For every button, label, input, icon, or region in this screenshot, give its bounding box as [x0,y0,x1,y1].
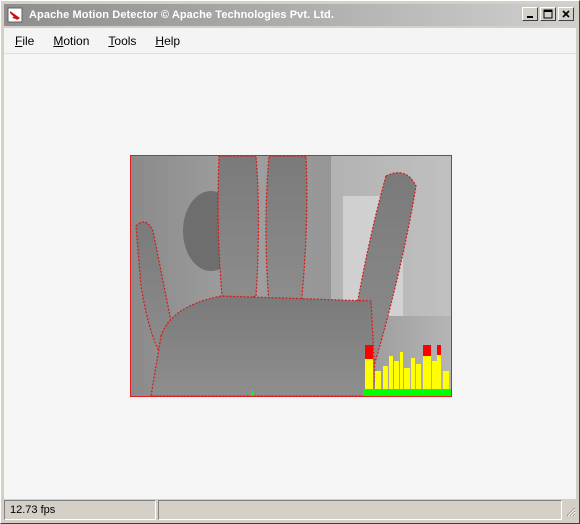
title-bar[interactable]: Apache Motion Detector © Apache Technolo… [4,4,576,26]
app-logo-icon[interactable] [7,7,23,23]
menu-help-accel: H [155,33,165,48]
minimize-button[interactable] [522,7,538,21]
menu-file-label: ile [22,33,35,48]
menu-motion-label: otion [63,33,90,48]
menu-help-label: elp [164,33,181,48]
maximize-button[interactable] [540,7,556,21]
menu-motion[interactable]: Motion [45,34,97,48]
menu-motion-accel: M [53,33,64,48]
menu-file[interactable]: File [7,34,42,48]
window-controls [522,7,574,21]
camera-feed [130,155,452,397]
app-window: Apache Motion Detector © Apache Technolo… [0,0,580,524]
menu-tools-label: ools [114,33,137,48]
close-icon [562,10,570,18]
camera-frame-image [131,156,451,396]
fps-readout: 12.73 fps [4,500,156,520]
menu-bar: File Motion Tools Help [4,28,576,54]
client-area [4,54,576,499]
resize-grip-icon [566,507,576,517]
menu-tools[interactable]: Tools [100,34,144,48]
maximize-icon [543,9,553,19]
status-bar: 12.73 fps [4,500,576,520]
minimize-icon [527,16,533,18]
menu-help[interactable]: Help [147,34,188,48]
window-title: Apache Motion Detector © Apache Technolo… [29,9,335,21]
status-message [158,500,562,520]
resize-grip[interactable] [562,500,576,520]
close-button[interactable] [558,7,574,21]
